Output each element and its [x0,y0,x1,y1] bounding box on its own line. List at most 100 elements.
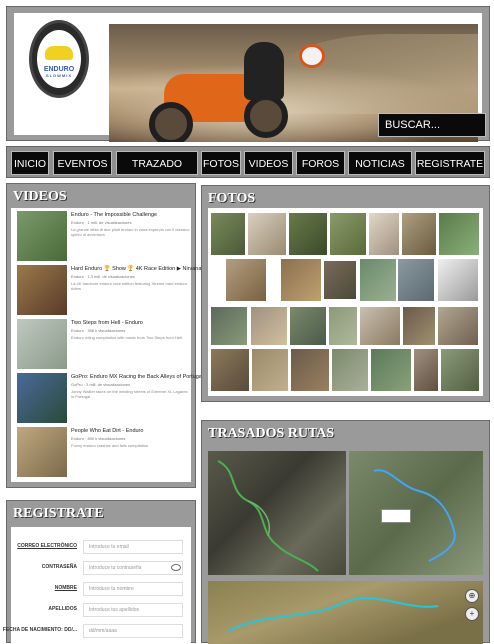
main-nav: INICIO EVENTOS TRAZADO RUTAS FOTOS VIDEO… [6,146,490,194]
route-map[interactable] [349,451,483,575]
routes-maps: ⊕ + [208,451,483,644]
nav-item-eventos[interactable]: EVENTOS [53,151,112,175]
video-description: La grande sfida di due piloti enduro in … [71,227,190,237]
photo-thumbnail[interactable] [402,213,436,255]
register-title: REGISTRATE [13,506,104,521]
videos-list: Enduro - The Impossible Challenge Enduro… [11,208,300,482]
show-password-icon[interactable] [171,564,181,571]
photo-thumbnail[interactable] [330,213,366,255]
map-info-card [381,509,411,523]
surname-field[interactable]: Introduce tus apellidos [83,603,183,617]
photo-thumbnail[interactable] [332,349,368,391]
photo-thumbnail[interactable] [371,349,411,391]
logo-subtitle: SLOWMIX [45,73,73,78]
nav-item-noticias[interactable]: NOTICIAS [348,151,412,175]
logo-badge: ENDURO SLOWMIX [37,30,81,88]
photo-thumbnail[interactable] [290,307,326,345]
photo-thumbnail[interactable] [211,349,249,391]
hero-front-wheel [149,102,193,142]
video-thumbnail[interactable] [17,211,67,261]
video-thumbnail[interactable] [17,427,67,477]
photo-thumbnail[interactable] [211,213,245,255]
route-path-icon [373,469,456,562]
video-meta: Enduro · 890 k visualizaciones [71,436,126,441]
photo-thumbnail[interactable] [369,213,399,255]
video-item[interactable]: GoPro: Enduro MX Racing the Back Alleys … [17,373,300,423]
compass-icon[interactable]: ⊕ [465,589,479,603]
route-map[interactable]: ⊕ + [208,581,483,644]
site-logo[interactable]: ENDURO SLOWMIX [29,20,89,98]
photo-thumbnail[interactable] [289,213,327,255]
photo-thumbnail[interactable] [441,349,479,391]
photo-thumbnail[interactable] [248,213,286,255]
photos-panel: FOTOS [201,185,490,402]
photo-thumbnail[interactable] [329,307,357,345]
video-thumbnail[interactable] [17,319,67,369]
routes-title: TRASADOS RUTAS [208,426,335,441]
photo-thumbnail[interactable] [211,307,247,345]
register-panel: REGISTRATE CORREO ELECTRÓNICO Introduce … [3,500,196,644]
photo-thumbnail[interactable] [398,259,434,301]
password-field[interactable]: Introduce tu contraseña [83,561,183,575]
search-button[interactable]: BUSCAR... [378,113,486,137]
videos-panel: VIDEOS Enduro - The Impossible Challenge… [6,183,300,488]
video-title[interactable]: People Who Eat Dirt - Enduro [71,428,143,434]
logo-text: ENDURO SLOWMIX [39,66,79,78]
photo-thumbnail[interactable] [291,349,329,391]
nav-item-foros[interactable]: FOROS [296,151,345,175]
video-item[interactable]: People Who Eat Dirt - Enduro Enduro · 89… [17,427,193,477]
video-item[interactable]: Two Steps from Hell - Enduro Enduro · 39… [17,319,193,369]
photo-thumbnail[interactable] [360,307,400,345]
photo-thumbnail[interactable] [360,259,396,301]
email-field[interactable]: Introduce tu email [83,540,183,554]
password-label: CONTRASEÑA [41,564,77,570]
video-title[interactable]: Two Steps from Hell - Enduro [71,320,143,326]
logo-title: ENDURO [43,66,75,73]
surname-label: APELLIDOS [48,606,77,612]
form-row-name: NOMBRE Introduce tu nombre [11,581,187,597]
video-meta: Enduro · 1 mill. de visualizaciones [71,220,132,225]
video-title[interactable]: Enduro - The Impossible Challenge [71,212,157,218]
form-row-password: CONTRASEÑA Introduce tu contraseña [11,560,187,576]
photo-thumbnail[interactable] [438,307,478,345]
hero-rear-wheel [244,94,288,138]
form-row-email: CORREO ELECTRÓNICO Introduce tu email [11,539,187,555]
zoom-icon[interactable]: + [465,607,479,621]
video-meta: Enduro · 396 k visualizaciones [71,328,126,333]
video-item[interactable]: Enduro - The Impossible Challenge Enduro… [17,211,193,261]
birthdate-field[interactable]: dd/mm/aaaa [83,624,183,638]
nav-item-videos[interactable]: VIDEOS [244,151,293,175]
hero-rider [244,42,284,100]
name-label: NOMBRE [54,585,77,591]
nav-item-registrate[interactable]: REGISTRATE [415,151,485,175]
photo-thumbnail[interactable] [251,307,287,345]
header: ENDURO SLOWMIX BUSCAR... [6,6,490,142]
photo-thumbnail[interactable] [324,261,356,299]
nav-item-fotos[interactable]: FOTOS [201,151,241,175]
name-field[interactable]: Introduce tu nombre [83,582,183,596]
route-map[interactable] [208,451,346,575]
video-meta: GoPro · 3 mill. de visualizaciones [71,382,131,387]
photo-thumbnail[interactable] [439,213,479,255]
video-thumbnail[interactable] [17,373,67,423]
hero-helmet [299,44,325,68]
photo-thumbnail[interactable] [438,259,478,301]
photo-thumbnail[interactable] [403,307,435,345]
form-row-surname: APELLIDOS Introduce tus apellidos [11,602,187,618]
photo-thumbnail[interactable] [281,259,321,301]
email-label: CORREO ELECTRÓNICO [17,543,77,549]
photo-thumbnail[interactable] [226,259,266,301]
nav-item-inicio[interactable]: INICIO [11,151,49,175]
route-path-icon [227,597,439,632]
videos-title: VIDEOS [13,189,67,204]
motorbike-icon [45,46,73,60]
photo-thumbnail[interactable] [252,349,288,391]
video-thumbnail[interactable] [17,265,67,315]
nav-item-trazado-rutas[interactable]: TRAZADO RUTAS [116,151,198,194]
video-item[interactable]: Hard Enduro 🏆 Show 🏆 4K Race Edition ▶ N… [17,265,248,315]
photo-thumbnail[interactable] [414,349,438,391]
routes-panel: TRASADOS RUTAS ⊕ + [201,420,490,644]
photos-title: FOTOS [208,191,256,206]
form-row-birthdate: FECHA DE NACIMIENTO: DD/... dd/mm/aaaa [3,623,187,639]
video-description: La 4K hardcore enduro race edition featu… [71,281,188,291]
